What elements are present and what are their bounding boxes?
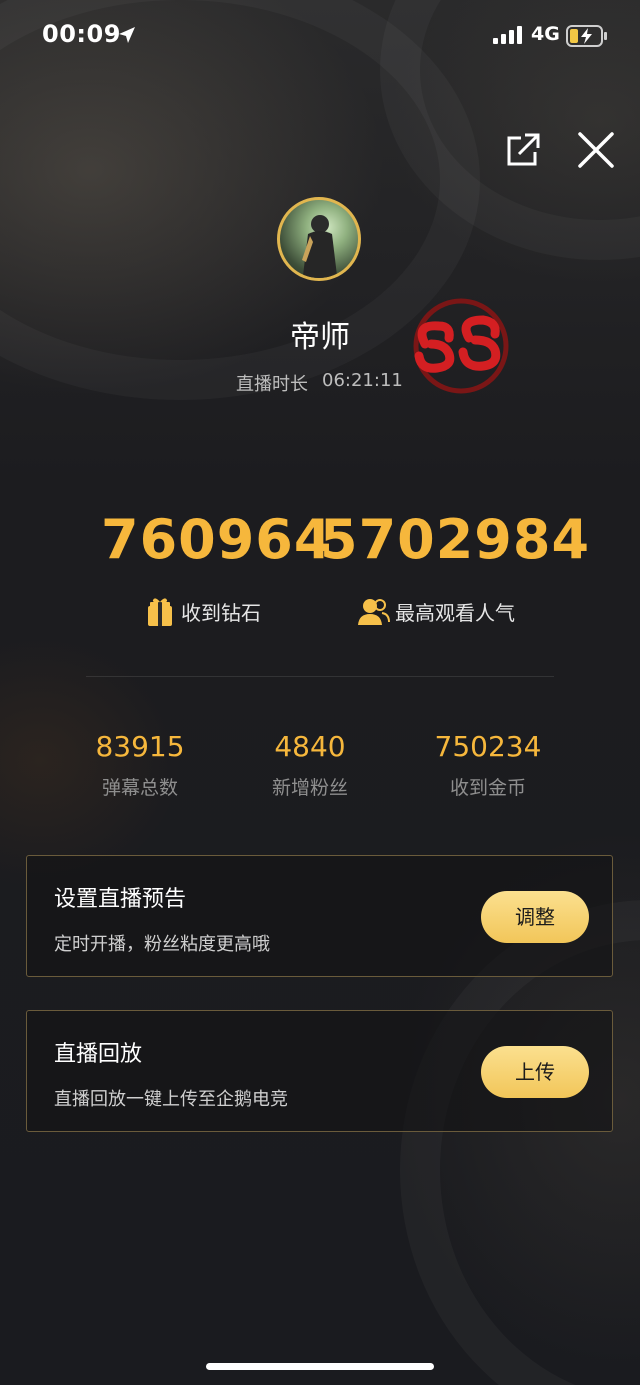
stat-label: 收到金币 <box>449 777 526 799</box>
card-desc: 定时开播，粉丝粘度更高哦 <box>54 934 270 955</box>
status-bar: 00:09 4G <box>0 0 640 70</box>
replay-card: 直播回放 直播回放一键上传至企鹅电竞 上传 <box>26 1010 613 1132</box>
battery-icon <box>566 25 607 47</box>
upload-button[interactable]: 上传 <box>481 1046 589 1098</box>
people-icon <box>358 599 390 625</box>
stat-coins: 750234 收到金币 <box>420 730 556 800</box>
duration-value: 06:21:11 <box>322 370 403 391</box>
stat-new-fans: 4840 新增粉丝 <box>260 730 360 800</box>
diamonds-value: 760964 <box>101 508 333 571</box>
card-desc: 直播回放一键上传至企鹅电竞 <box>54 1089 288 1110</box>
location-icon <box>119 27 135 43</box>
share-button[interactable] <box>503 130 543 170</box>
stat-label: 新增粉丝 <box>271 777 348 799</box>
avatar <box>277 197 361 281</box>
diamonds-label: 收到钻石 <box>181 601 261 625</box>
network-label: 4G <box>531 23 560 45</box>
stat-value: 750234 <box>434 730 542 763</box>
status-time: 00:09 <box>42 20 121 48</box>
peak-viewers-label: 最高观看人气 <box>395 601 515 625</box>
logo-ss <box>413 298 509 394</box>
signal-icon <box>493 26 522 44</box>
stat-value: 4840 <box>274 730 346 763</box>
card-title: 直播回放 <box>54 1042 143 1067</box>
peak-viewers-value: 5702984 <box>320 508 591 571</box>
gift-icon <box>148 598 172 626</box>
stat-danmu: 83915 弹幕总数 <box>90 730 190 800</box>
duration-label: 直播时长 <box>236 374 308 395</box>
schedule-card: 设置直播预告 定时开播，粉丝粘度更高哦 调整 <box>26 855 613 977</box>
home-indicator[interactable] <box>206 1363 434 1370</box>
stat-value: 83915 <box>95 730 185 763</box>
divider <box>86 676 554 677</box>
card-title: 设置直播预告 <box>54 887 187 912</box>
stat-label: 弹幕总数 <box>101 777 178 799</box>
streamer-name: 帝师 <box>290 320 350 355</box>
adjust-button[interactable]: 调整 <box>481 891 589 943</box>
close-button[interactable] <box>576 130 616 170</box>
